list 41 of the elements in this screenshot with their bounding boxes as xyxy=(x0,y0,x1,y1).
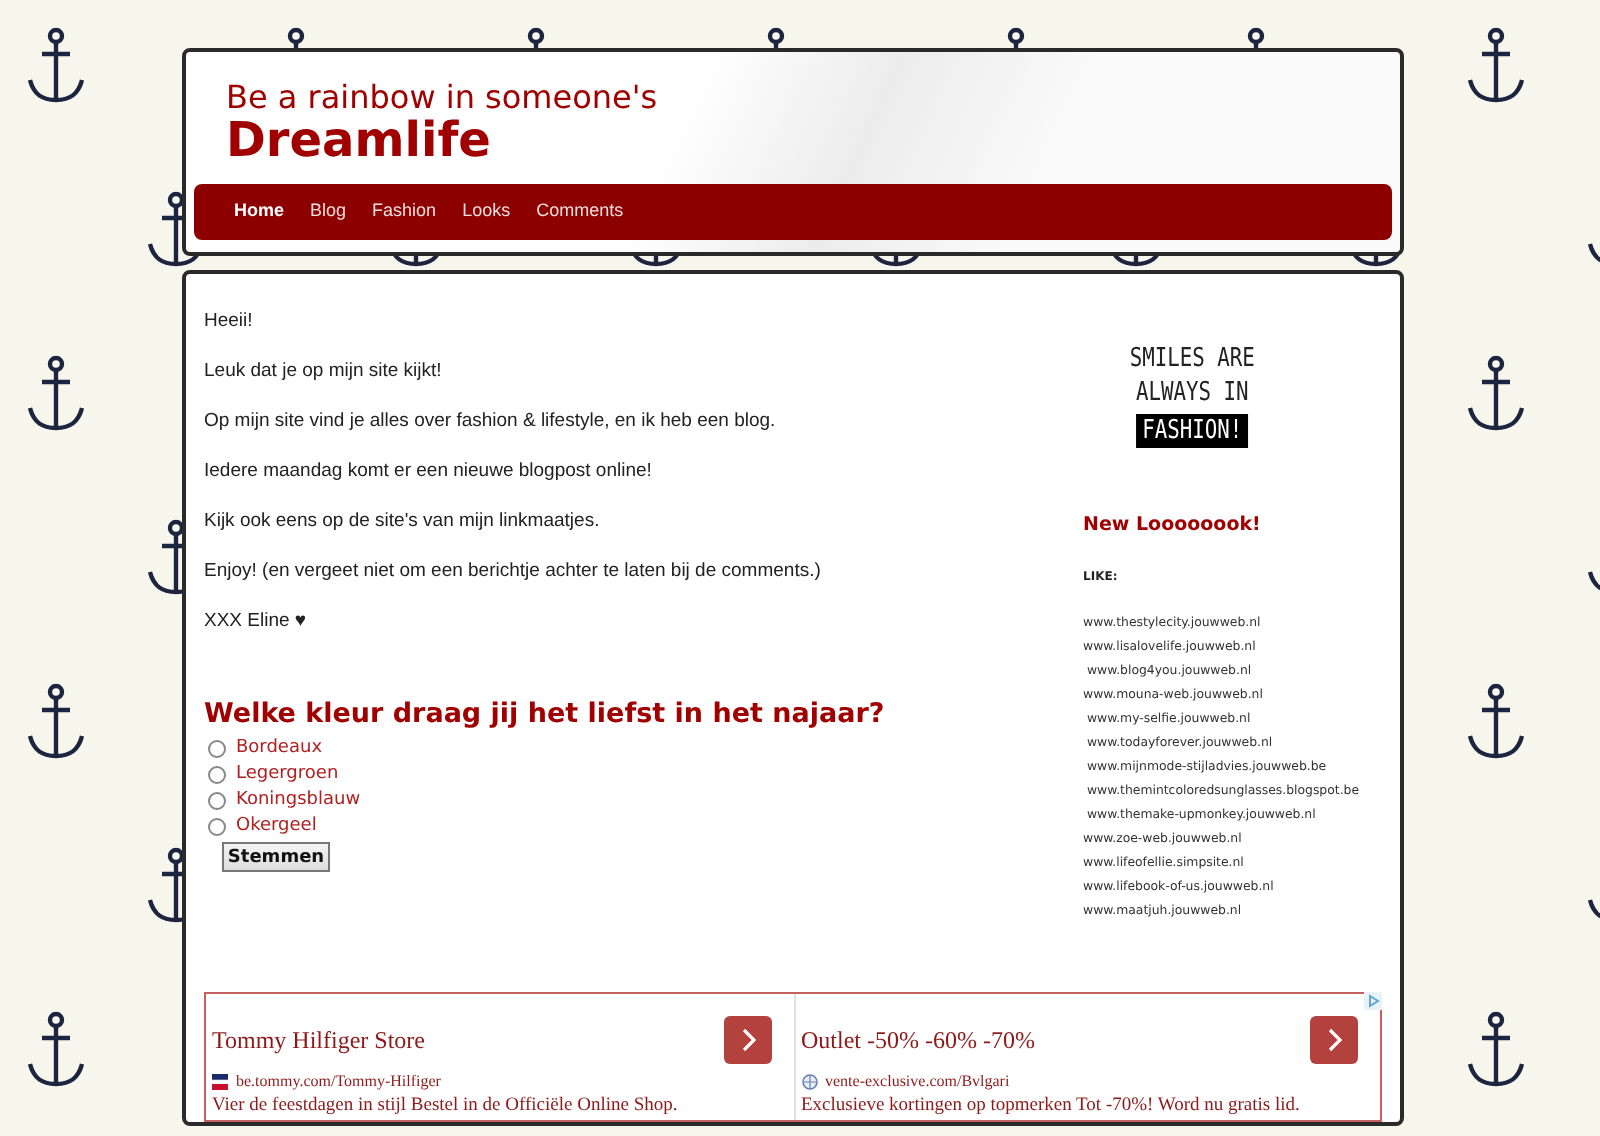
quote-line: SMILES ARE xyxy=(1128,342,1254,376)
radio-button[interactable] xyxy=(208,740,226,758)
globe-icon xyxy=(801,1074,817,1090)
nav-link[interactable]: Fashion xyxy=(364,198,445,226)
radio-button[interactable] xyxy=(208,766,226,784)
poll-question: Welke kleur draag jij het liefst in het najaar? xyxy=(204,698,887,730)
ad-url[interactable]: vente-exclusive.com/Bvlgari xyxy=(825,1070,1010,1094)
ad-title[interactable]: Tommy Hilfiger Store xyxy=(212,1022,425,1058)
ad-text: Exclusieve kortingen op topmerken Tot -70%! Word nu gratis lid. xyxy=(801,1094,1302,1120)
flag-icon xyxy=(212,1074,228,1090)
intro-paragraph: XXX Eline ♥ xyxy=(204,610,309,634)
site-title: Dreamlife xyxy=(226,114,493,166)
ad-text: Vier de feestdagen in stijl Bestel in de Officiële Online Shop. xyxy=(212,1094,680,1120)
chevron-right-icon xyxy=(1326,1028,1342,1052)
intro-paragraph: Op mijn site vind je alles over fashion & lifestyle, en ik heb een blog. xyxy=(204,410,778,434)
poll-option[interactable]: Okergeel xyxy=(208,814,1082,840)
radio-button[interactable] xyxy=(208,792,226,810)
intro-paragraph: Leuk dat je op mijn site kijkt! xyxy=(204,360,444,384)
radio-button[interactable] xyxy=(208,818,226,836)
nav-link[interactable]: Home xyxy=(226,198,293,226)
ad-choices-icon[interactable] xyxy=(1364,992,1382,1010)
vote-button[interactable]: Stemmen xyxy=(222,842,330,872)
ad-arrow-button[interactable] xyxy=(1310,1016,1358,1064)
ad-url[interactable]: be.tommy.com/Tommy-Hilfiger xyxy=(236,1070,441,1094)
sidebar-heading: New Loooooook! xyxy=(1083,512,1263,540)
site-tagline: Be a rainbow in someone's xyxy=(226,80,660,114)
nav-link[interactable]: Comments xyxy=(528,198,632,226)
poll-option[interactable]: Legergroen xyxy=(208,762,1082,788)
intro-paragraph: Heeii! xyxy=(204,310,255,334)
ad-arrow-button[interactable] xyxy=(723,1016,771,1064)
nav-link[interactable]: Looks xyxy=(454,198,519,226)
intro-paragraph: Kijk ook eens op de site's van mijn linkmaatjes. xyxy=(204,510,602,534)
intro-paragraph: Iedere maandag komt er een nieuwe blogpost online! xyxy=(204,460,654,484)
poll-option[interactable]: Koningsblauw xyxy=(208,788,1082,814)
intro-paragraph: Enjoy! (en vergeet niet om een berichtje achter te laten bij de comments.) xyxy=(204,560,823,584)
ad-title[interactable]: Outlet -50% -60% -70% xyxy=(801,1022,1035,1058)
poll-option[interactable]: Bordeaux xyxy=(208,736,1082,762)
nav-link[interactable]: Blog xyxy=(302,198,355,226)
quote-line: ALWAYS IN xyxy=(1134,376,1248,410)
quote-highlight: FASHION! xyxy=(1134,414,1248,448)
chevron-right-icon xyxy=(739,1028,755,1052)
